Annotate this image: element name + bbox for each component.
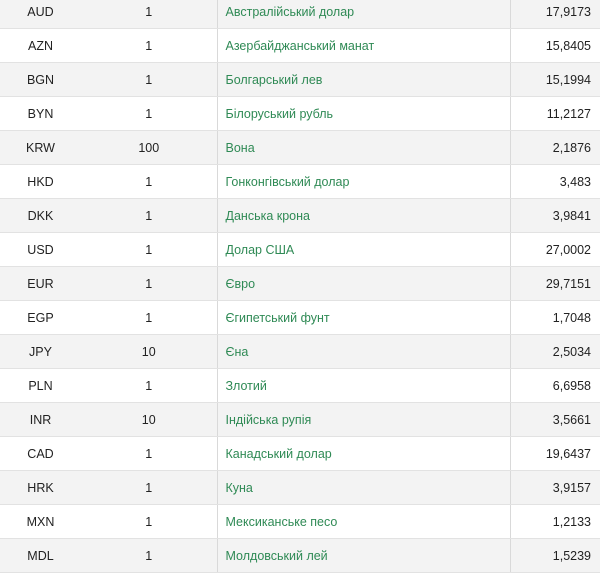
units-cell: 1 xyxy=(81,504,218,539)
currency-code-cell: KRW xyxy=(0,130,81,165)
currency-code-cell: HRK xyxy=(0,470,81,505)
units-cell: 100 xyxy=(81,130,218,165)
exchange-rate-cell: 1,2133 xyxy=(510,504,600,539)
currency-code-cell: MXN xyxy=(0,504,81,539)
currency-code-cell: JPY xyxy=(0,334,81,369)
units-cell: 10 xyxy=(81,334,218,369)
exchange-rate-cell: 6,6958 xyxy=(510,368,600,403)
currency-code-cell: BGN xyxy=(0,62,81,97)
currency-name-link[interactable]: Вона xyxy=(217,130,511,165)
currency-name-link[interactable]: Єна xyxy=(217,334,511,369)
exchange-rate-cell: 1,5239 xyxy=(510,538,600,573)
currency-code-cell: HKD xyxy=(0,164,81,199)
currency-code-cell: CAD xyxy=(0,436,81,471)
currency-code-cell: MDL xyxy=(0,538,81,573)
table-row: EGP 1 Єгипетський фунт 1,7048 xyxy=(0,300,600,335)
table-row: DKK 1 Данська крона 3,9841 xyxy=(0,198,600,233)
exchange-rate-cell: 11,2127 xyxy=(510,96,600,131)
currency-code-cell: AZN xyxy=(0,28,81,63)
currency-name-link[interactable]: Канадський долар xyxy=(217,436,511,471)
currency-code-cell: INR xyxy=(0,402,81,437)
currency-code-cell: BYN xyxy=(0,96,81,131)
exchange-rate-cell: 27,0002 xyxy=(510,232,600,267)
exchange-rates-table-container: AUD 1 Австралійський долар 17,9173 AZN 1 Азерб… xyxy=(0,0,600,573)
exchange-rate-cell: 29,7151 xyxy=(510,266,600,301)
units-cell: 1 xyxy=(81,266,218,301)
table-row: INR 10 Індійська рупія 3,5661 xyxy=(0,402,600,437)
table-row: HKD 1 Гонконгівський долар 3,483 xyxy=(0,164,600,199)
currency-name-link[interactable]: Мексиканське песо xyxy=(217,504,511,539)
exchange-rates-body: AUD 1 Австралійський долар 17,9173 AZN 1 Азерб… xyxy=(0,0,600,573)
currency-code-cell: EUR xyxy=(0,266,81,301)
currency-code-cell: USD xyxy=(0,232,81,267)
table-row: BGN 1 Болгарський лев 15,1994 xyxy=(0,62,600,97)
currency-name-link[interactable]: Болгарський лев xyxy=(217,62,511,97)
table-row: KRW 100 Вона 2,1876 xyxy=(0,130,600,165)
exchange-rate-cell: 2,1876 xyxy=(510,130,600,165)
table-row: CAD 1 Канадський долар 19,6437 xyxy=(0,436,600,471)
table-row: MDL 1 Молдовський лей 1,5239 xyxy=(0,538,600,573)
exchange-rate-cell: 3,9841 xyxy=(510,198,600,233)
units-cell: 1 xyxy=(81,470,218,505)
currency-name-link[interactable]: Долар США xyxy=(217,232,511,267)
table-row: USD 1 Долар США 27,0002 xyxy=(0,232,600,267)
units-cell: 1 xyxy=(81,538,218,573)
exchange-rates-table: AUD 1 Австралійський долар 17,9173 AZN 1 Азерб… xyxy=(0,0,600,573)
units-cell: 1 xyxy=(81,96,218,131)
currency-name-link[interactable]: Гонконгівський долар xyxy=(217,164,511,199)
table-row: AUD 1 Австралійський долар 17,9173 xyxy=(0,0,600,29)
exchange-rate-cell: 2,5034 xyxy=(510,334,600,369)
table-row: BYN 1 Білоруський рубль 11,2127 xyxy=(0,96,600,131)
units-cell: 1 xyxy=(81,28,218,63)
currency-name-link[interactable]: Молдовський лей xyxy=(217,538,511,573)
units-cell: 1 xyxy=(81,0,218,29)
exchange-rate-cell: 15,1994 xyxy=(510,62,600,97)
units-cell: 1 xyxy=(81,436,218,471)
units-cell: 1 xyxy=(81,232,218,267)
currency-name-link[interactable]: Азербайджанський манат xyxy=(217,28,511,63)
currency-code-cell: DKK xyxy=(0,198,81,233)
units-cell: 1 xyxy=(81,164,218,199)
units-cell: 1 xyxy=(81,198,218,233)
currency-name-link[interactable]: Єгипетський фунт xyxy=(217,300,511,335)
units-cell: 10 xyxy=(81,402,218,437)
currency-name-link[interactable]: Австралійський долар xyxy=(217,0,511,29)
currency-code-cell: EGP xyxy=(0,300,81,335)
exchange-rate-cell: 1,7048 xyxy=(510,300,600,335)
currency-name-link[interactable]: Білоруський рубль xyxy=(217,96,511,131)
currency-name-link[interactable]: Куна xyxy=(217,470,511,505)
exchange-rate-cell: 15,8405 xyxy=(510,28,600,63)
exchange-rate-cell: 3,5661 xyxy=(510,402,600,437)
currency-code-cell: AUD xyxy=(0,0,81,29)
units-cell: 1 xyxy=(81,368,218,403)
exchange-rate-cell: 3,9157 xyxy=(510,470,600,505)
exchange-rate-cell: 3,483 xyxy=(510,164,600,199)
units-cell: 1 xyxy=(81,62,218,97)
currency-name-link[interactable]: Євро xyxy=(217,266,511,301)
exchange-rate-cell: 19,6437 xyxy=(510,436,600,471)
currency-name-link[interactable]: Данська крона xyxy=(217,198,511,233)
table-row: JPY 10 Єна 2,5034 xyxy=(0,334,600,369)
currency-name-link[interactable]: Індійська рупія xyxy=(217,402,511,437)
units-cell: 1 xyxy=(81,300,218,335)
table-row: EUR 1 Євро 29,7151 xyxy=(0,266,600,301)
table-row: PLN 1 Злотий 6,6958 xyxy=(0,368,600,403)
table-row: MXN 1 Мексиканське песо 1,2133 xyxy=(0,504,600,539)
table-row: AZN 1 Азербайджанський манат 15,8405 xyxy=(0,28,600,63)
table-row: HRK 1 Куна 3,9157 xyxy=(0,470,600,505)
currency-name-link[interactable]: Злотий xyxy=(217,368,511,403)
currency-code-cell: PLN xyxy=(0,368,81,403)
exchange-rate-cell: 17,9173 xyxy=(510,0,600,29)
